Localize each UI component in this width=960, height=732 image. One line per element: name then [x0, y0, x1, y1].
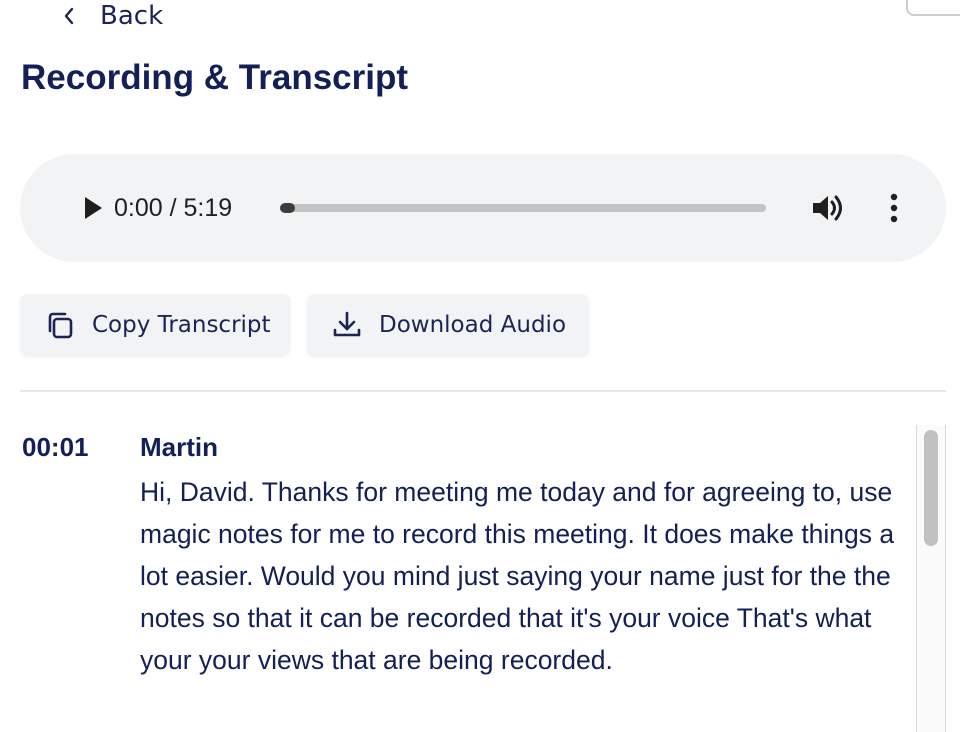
chevron-left-icon [58, 5, 80, 27]
copy-icon [44, 309, 76, 341]
page-title: Recording & Transcript [21, 58, 409, 97]
transcript-text: Hi, David. Thanks for meeting me today a… [140, 477, 895, 675]
back-label: Back [100, 1, 164, 31]
transcript-list: 00:01 Martin Hi, David. Thanks for meeti… [0, 425, 960, 732]
volume-button[interactable] [810, 190, 848, 226]
more-options-button[interactable] [880, 190, 908, 226]
progress-slider[interactable] [280, 203, 766, 213]
time-display: 0:00 / 5:19 [114, 194, 233, 222]
more-vertical-icon [890, 193, 898, 223]
download-audio-button[interactable]: Download Audio [307, 294, 589, 356]
divider [20, 390, 946, 392]
audio-player: 0:00 / 5:19 [20, 154, 946, 262]
transcript-speaker: Martin [140, 432, 218, 462]
scrollbar-thumb[interactable] [924, 430, 938, 546]
back-button[interactable]: Back [58, 0, 163, 32]
play-button[interactable] [76, 191, 110, 225]
transcript-timestamp[interactable]: 00:01 [22, 429, 89, 465]
download-audio-label: Download Audio [379, 312, 567, 338]
copy-transcript-button[interactable]: Copy Transcript [20, 294, 290, 356]
top-right-control[interactable] [906, 0, 960, 16]
volume-icon [813, 195, 842, 221]
scrollbar[interactable] [916, 425, 946, 732]
play-icon [85, 197, 102, 219]
copy-transcript-label: Copy Transcript [92, 312, 271, 338]
progress-thumb[interactable] [280, 203, 295, 213]
download-icon [331, 309, 363, 341]
